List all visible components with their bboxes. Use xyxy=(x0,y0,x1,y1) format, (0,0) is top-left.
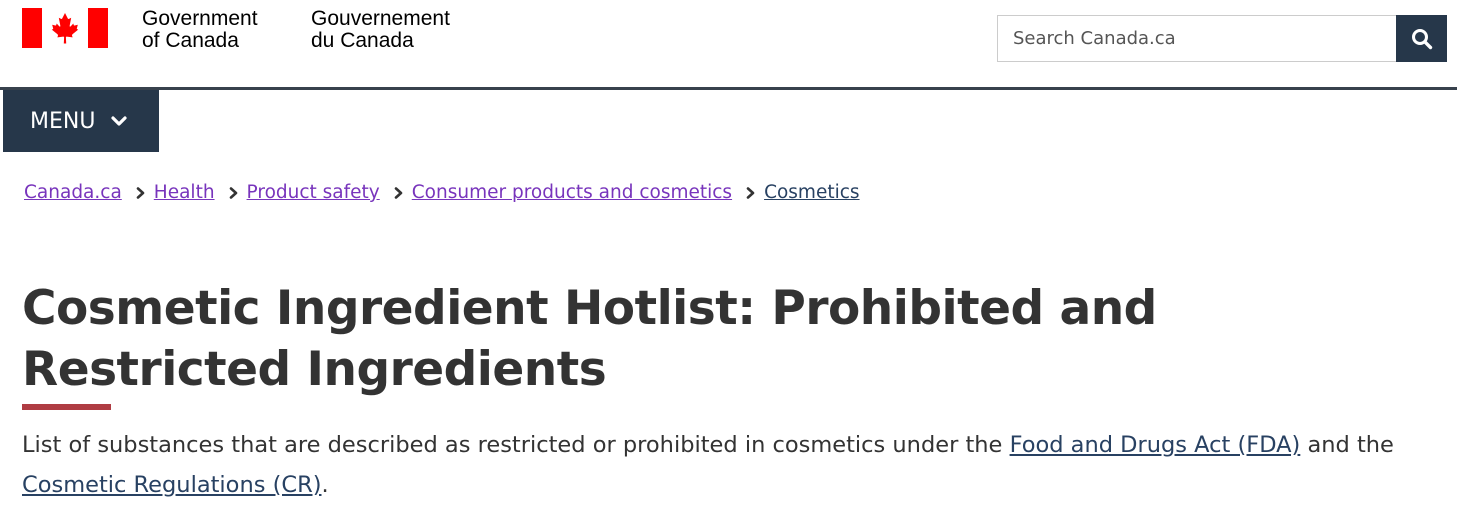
intro-text-middle: and the xyxy=(1300,432,1394,458)
signature-english: Government of Canada xyxy=(142,8,258,52)
fda-link[interactable]: Food and Drugs Act (FDA) xyxy=(1010,432,1301,458)
government-signature[interactable]: Government of Canada Gouvernement du Can… xyxy=(22,8,450,52)
breadcrumb: Canada.ca Health Product safety Consumer… xyxy=(24,182,860,203)
signature-en-line1: Government xyxy=(142,7,258,30)
chevron-right-icon xyxy=(136,186,145,199)
intro-text-before: List of substances that are described as… xyxy=(22,432,1010,458)
title-underline xyxy=(22,404,111,410)
signature-fr-line1: Gouvernement xyxy=(311,7,450,30)
chevron-down-icon xyxy=(111,115,128,127)
breadcrumb-link-canada[interactable]: Canada.ca xyxy=(24,182,122,203)
breadcrumb-link-product-safety[interactable]: Product safety xyxy=(247,182,380,203)
signature-en-line2: of Canada xyxy=(142,29,239,52)
breadcrumb-link-cosmetics[interactable]: Cosmetics xyxy=(764,182,859,203)
chevron-right-icon xyxy=(229,186,238,199)
intro-text-after: . xyxy=(321,472,329,498)
page-title: Cosmetic Ingredient Hotlist: Prohibited … xyxy=(22,281,1157,397)
search-input[interactable] xyxy=(997,15,1396,62)
menu-label: MENU xyxy=(30,108,96,134)
signature-french: Gouvernement du Canada xyxy=(311,8,450,52)
search-button[interactable] xyxy=(1396,15,1447,62)
canada-flag-icon xyxy=(22,8,108,48)
chevron-right-icon xyxy=(394,186,403,199)
search-icon xyxy=(1411,28,1432,49)
chevron-right-icon xyxy=(746,186,755,199)
breadcrumb-link-consumer-products[interactable]: Consumer products and cosmetics xyxy=(412,182,732,203)
signature-fr-line2: du Canada xyxy=(311,29,414,52)
header-divider xyxy=(0,87,1457,90)
breadcrumb-link-health[interactable]: Health xyxy=(154,182,215,203)
cr-link[interactable]: Cosmetic Regulations (CR) xyxy=(22,472,321,498)
intro-paragraph: List of substances that are described as… xyxy=(22,425,1452,505)
menu-button[interactable]: MENU xyxy=(3,90,159,152)
site-search xyxy=(997,15,1447,62)
